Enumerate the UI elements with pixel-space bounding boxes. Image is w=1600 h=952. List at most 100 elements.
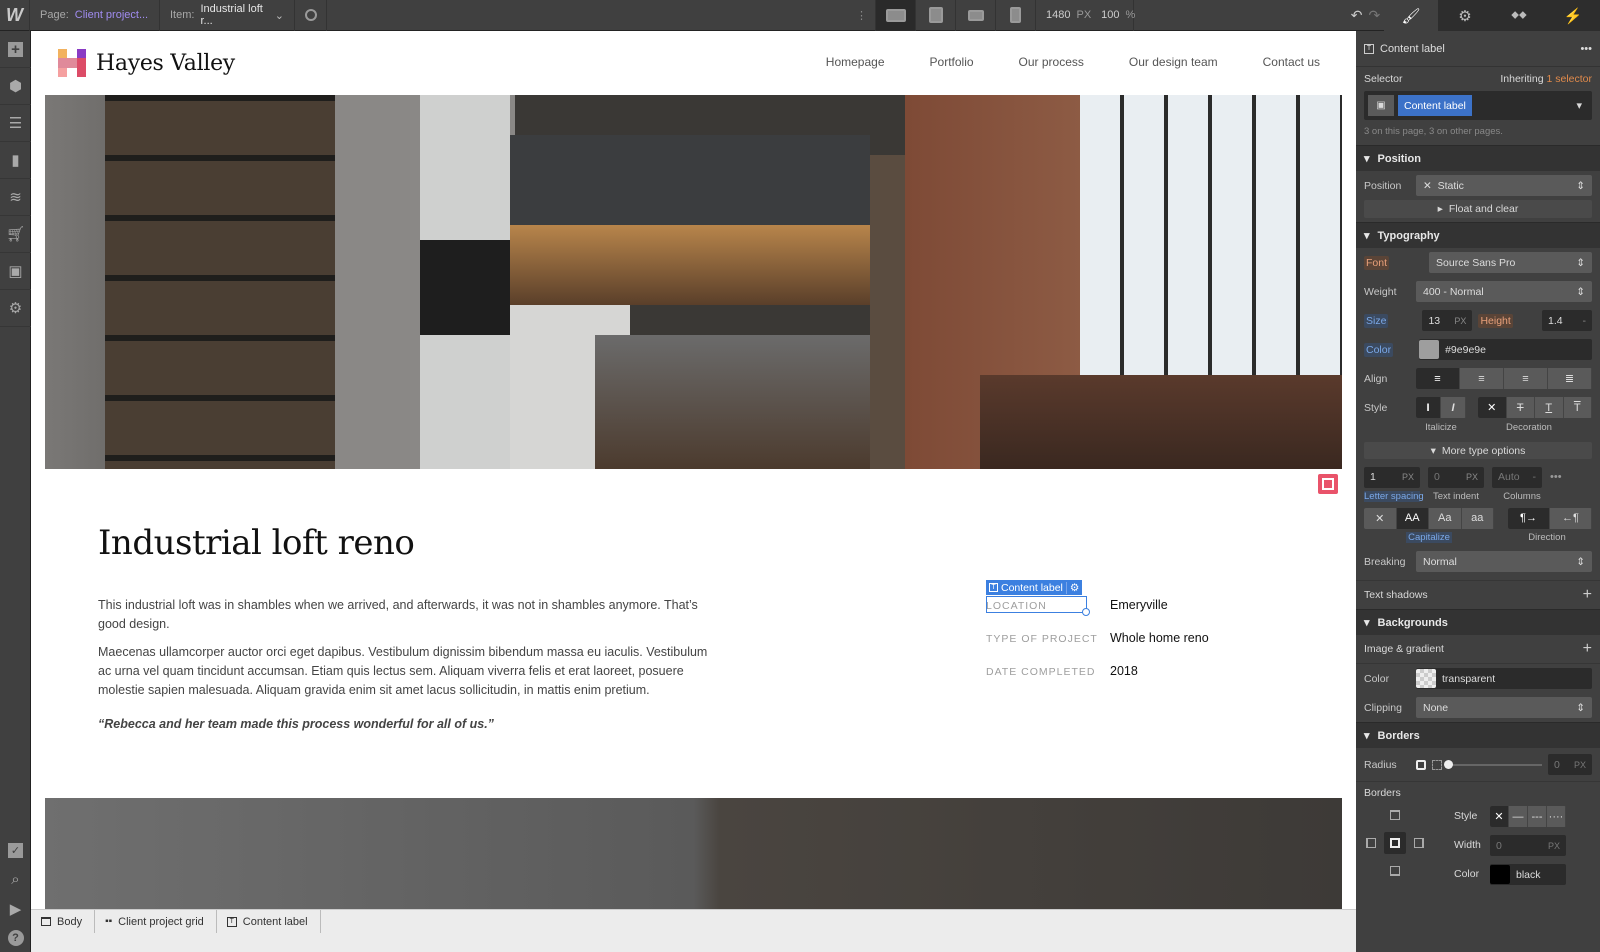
- resize-handle[interactable]: [1082, 608, 1090, 616]
- no-transform-icon[interactable]: ✕: [1364, 507, 1397, 529]
- page-selector[interactable]: Page: Client project...: [30, 0, 160, 31]
- radius-individual-icon[interactable]: [1432, 759, 1442, 770]
- color-swatch[interactable]: [1419, 340, 1440, 359]
- text-indent-input[interactable]: 0 PX: [1428, 466, 1484, 488]
- lowercase-icon[interactable]: aa: [1462, 507, 1494, 529]
- border-none-icon[interactable]: ✕: [1490, 806, 1509, 827]
- content-label[interactable]: DATE COMPLETED: [986, 664, 1110, 678]
- align-justify-icon[interactable]: ≣: [1548, 368, 1592, 389]
- radius-all-icon[interactable]: [1416, 759, 1426, 770]
- selector-state-icon[interactable]: ▣: [1368, 95, 1394, 116]
- upright-icon[interactable]: I: [1416, 397, 1441, 418]
- breadcrumb-content-label[interactable]: T Content label: [217, 909, 321, 934]
- section-typography[interactable]: ▾ Typography: [1356, 222, 1600, 248]
- radius-input[interactable]: 0 PX: [1548, 754, 1592, 775]
- border-dotted-icon[interactable]: ····: [1547, 806, 1566, 827]
- selector-field[interactable]: ▣ Content label ▾: [1364, 91, 1592, 120]
- overline-icon[interactable]: T: [1564, 397, 1592, 418]
- transparent-swatch[interactable]: [1416, 669, 1436, 688]
- nav-link-our-design-team[interactable]: Our design team: [1129, 55, 1218, 69]
- preview-eye-button[interactable]: [295, 0, 327, 31]
- search-button[interactable]: ⌕: [0, 865, 31, 894]
- nav-link-homepage[interactable]: Homepage: [826, 55, 885, 69]
- mobile-portrait-breakpoint-button[interactable]: [996, 0, 1036, 31]
- content-label[interactable]: TYPE OF PROJECT: [986, 631, 1110, 645]
- project-settings-button[interactable]: ⚙: [0, 290, 31, 327]
- italic-icon[interactable]: I: [1441, 397, 1466, 418]
- navigator-button[interactable]: ☰: [0, 105, 31, 142]
- border-all-icon[interactable]: [1384, 832, 1406, 854]
- border-dashed-icon[interactable]: ---: [1528, 806, 1547, 827]
- breaking-select[interactable]: Normal ⇕: [1416, 551, 1592, 572]
- section-borders[interactable]: ▾ Borders: [1356, 722, 1600, 748]
- ltr-icon[interactable]: ¶→: [1508, 507, 1550, 529]
- float-and-clear-toggle[interactable]: ▸ Float and clear: [1364, 200, 1592, 218]
- rtl-icon[interactable]: ←¶: [1550, 507, 1592, 529]
- redo-icon[interactable]: ↷: [1369, 7, 1381, 24]
- tab-settings[interactable]: ⚙: [1438, 0, 1492, 31]
- columns-input[interactable]: Auto -: [1492, 466, 1542, 488]
- desktop-breakpoint-button[interactable]: [876, 0, 916, 31]
- text-color-input[interactable]: #9e9e9e: [1419, 339, 1592, 360]
- inheriting-link[interactable]: 1 selector: [1546, 73, 1592, 85]
- tab-interactions[interactable]: ⬥⬥: [1492, 0, 1546, 31]
- item-selector[interactable]: Item: Industrial loft r... ⌄: [160, 0, 295, 31]
- gear-icon[interactable]: ⚙: [1065, 581, 1079, 594]
- section-backgrounds[interactable]: ▾ Backgrounds: [1356, 609, 1600, 635]
- add-background-icon[interactable]: +: [1583, 640, 1592, 658]
- tab-lightning[interactable]: ⚡: [1546, 0, 1600, 31]
- font-select[interactable]: Source Sans Pro ⇕: [1429, 252, 1592, 273]
- brand-link[interactable]: Hayes Valley: [58, 49, 235, 77]
- no-decoration-icon[interactable]: ✕: [1478, 397, 1507, 418]
- letter-spacing-input[interactable]: 1 PX: [1364, 466, 1420, 488]
- border-color-input[interactable]: black: [1490, 864, 1566, 885]
- pages-button[interactable]: ▮: [0, 142, 31, 179]
- tablet-breakpoint-button[interactable]: [916, 0, 956, 31]
- weight-select[interactable]: 400 - Normal ⇕: [1416, 281, 1592, 302]
- strikethrough-icon[interactable]: T: [1507, 397, 1535, 418]
- radius-slider[interactable]: [1444, 759, 1542, 769]
- border-top-icon[interactable]: [1390, 810, 1400, 820]
- nav-link-portfolio[interactable]: Portfolio: [930, 55, 974, 69]
- design-canvas[interactable]: Hayes Valley Homepage Portfolio Our proc…: [31, 31, 1356, 909]
- add-text-shadow-icon[interactable]: +: [1583, 586, 1592, 604]
- breadcrumb-body[interactable]: Body: [31, 909, 96, 934]
- border-width-input[interactable]: 0 PX: [1490, 835, 1566, 856]
- size-input[interactable]: 13 PX: [1422, 310, 1473, 331]
- caret-down-icon[interactable]: ▾: [1576, 99, 1582, 112]
- page-value[interactable]: Client project...: [75, 9, 148, 21]
- tab-style[interactable]: 🖌: [1384, 0, 1438, 31]
- symbols-button[interactable]: ⬢: [0, 68, 31, 105]
- help-button[interactable]: ?: [0, 923, 31, 952]
- ecommerce-button[interactable]: 🛒︎: [0, 216, 31, 253]
- border-bottom-icon[interactable]: [1390, 866, 1400, 876]
- align-left-icon[interactable]: ≡: [1416, 368, 1460, 389]
- more-options-icon[interactable]: •••: [1580, 43, 1592, 55]
- border-solid-icon[interactable]: —: [1509, 806, 1528, 827]
- align-right-icon[interactable]: ≡: [1504, 368, 1548, 389]
- assets-button[interactable]: ▣: [0, 253, 31, 290]
- audit-button[interactable]: ✓: [0, 836, 31, 865]
- breadcrumb-client-project-grid[interactable]: ▪▪ Client project grid: [95, 909, 217, 934]
- capitalize-icon[interactable]: Aa: [1429, 507, 1462, 529]
- underline-icon[interactable]: T: [1535, 397, 1564, 418]
- mobile-landscape-breakpoint-button[interactable]: [956, 0, 996, 31]
- border-color-swatch[interactable]: [1490, 865, 1510, 884]
- border-left-icon[interactable]: [1366, 838, 1376, 848]
- add-element-button[interactable]: +: [0, 31, 31, 68]
- selector-chip[interactable]: Content label: [1398, 95, 1472, 116]
- slider-thumb[interactable]: [1444, 759, 1453, 769]
- uppercase-icon[interactable]: AA: [1396, 507, 1429, 529]
- border-right-icon[interactable]: [1414, 838, 1424, 848]
- cms-button[interactable]: ≋: [0, 179, 31, 216]
- nav-link-contact-us[interactable]: Contact us: [1263, 55, 1320, 69]
- video-tutorials-button[interactable]: ▶: [0, 894, 31, 923]
- more-type-options-toggle[interactable]: ▾ More type options: [1364, 442, 1592, 459]
- more-options-button[interactable]: ⋮: [848, 0, 876, 31]
- selected-element-tag[interactable]: T Content label ⚙: [986, 580, 1083, 595]
- more-options-icon[interactable]: •••: [1550, 471, 1562, 483]
- align-center-icon[interactable]: ≡: [1460, 368, 1504, 389]
- grid-settings-button[interactable]: [1318, 474, 1338, 494]
- position-select[interactable]: ✕ Static ⇕: [1416, 175, 1592, 196]
- nav-link-our-process[interactable]: Our process: [1019, 55, 1084, 69]
